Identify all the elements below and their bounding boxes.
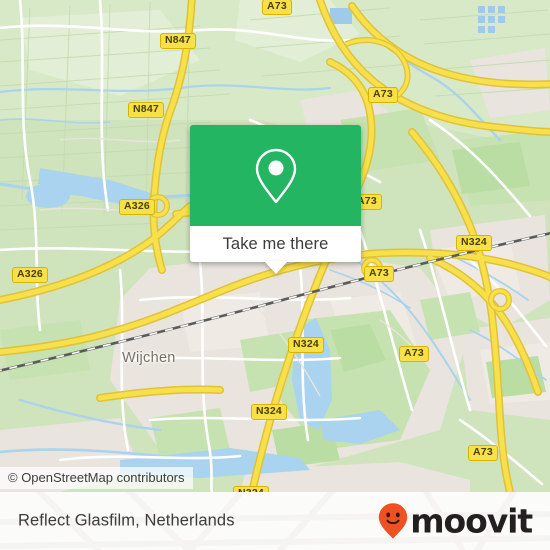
- road-shield: N324: [251, 404, 287, 420]
- moovit-brand-logo[interactable]: moovit: [378, 501, 533, 541]
- osm-attribution[interactable]: © OpenStreetMap contributors: [0, 467, 193, 489]
- moovit-wordmark: moovit: [410, 501, 533, 541]
- road-shield: A73: [262, 0, 292, 15]
- take-me-there-label: Take me there: [222, 234, 329, 253]
- popup-action-area[interactable]: Take me there: [190, 226, 361, 262]
- road-shield: A73: [364, 266, 394, 282]
- road-shield: A326: [119, 199, 155, 215]
- location-popup-card[interactable]: Take me there: [190, 125, 361, 274]
- road-shield: N324: [456, 235, 492, 251]
- place-label-wijchen: Wijchen: [122, 350, 176, 366]
- road-shield: A73: [468, 445, 498, 461]
- location-title: Reflect Glasfilm, Netherlands: [18, 511, 235, 530]
- footer-bar: Reflect Glasfilm, Netherlands moovit: [0, 492, 550, 550]
- road-shield: A326: [12, 267, 48, 283]
- road-shield: N847: [160, 33, 196, 49]
- road-shield: A73: [399, 346, 429, 362]
- road-shield: A73: [368, 87, 398, 103]
- road-shield: N847: [128, 102, 164, 118]
- road-shield: N324: [288, 337, 324, 353]
- moovit-smiley-pin-icon: [379, 503, 408, 539]
- map-canvas[interactable]: Wijchen A73 N847 A73 N847 A326 A73 N324 …: [0, 0, 550, 492]
- popup-header: [190, 125, 361, 226]
- popup-tail-pointer: [264, 261, 288, 274]
- map-share-card: Wijchen A73 N847 A73 N847 A326 A73 N324 …: [0, 0, 550, 550]
- map-pin-icon: [255, 148, 296, 203]
